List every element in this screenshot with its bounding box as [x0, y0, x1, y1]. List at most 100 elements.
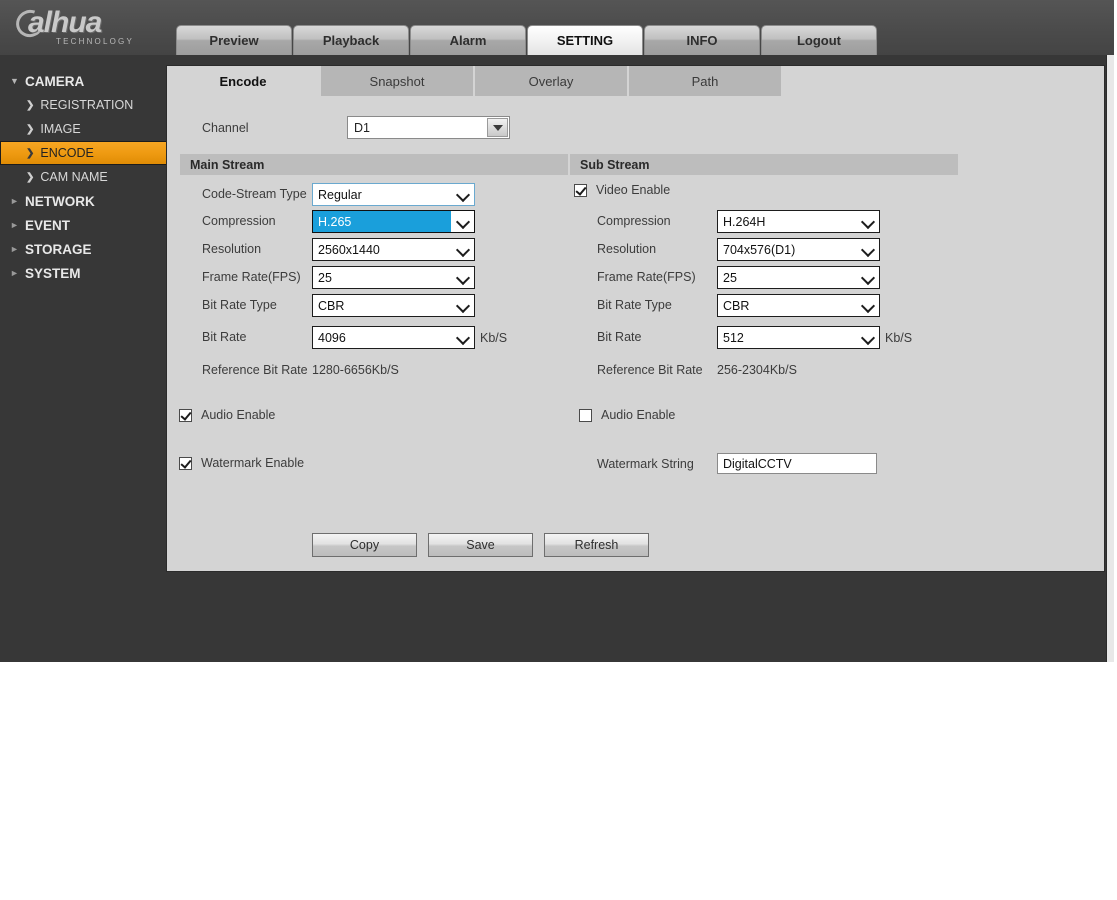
chevron-down-icon — [862, 331, 875, 344]
tab-overlay[interactable]: Overlay — [475, 66, 627, 96]
main-bit-rate-type-row: Bit Rate Type CBR — [202, 294, 532, 317]
topnav-logout[interactable]: Logout — [761, 25, 877, 55]
chevron-down-icon — [457, 188, 470, 201]
sub-reference-bit-rate-value: 256-2304Kb/S — [717, 363, 797, 377]
copy-button[interactable]: Copy — [312, 533, 417, 557]
main-resolution-select[interactable]: 2560x1440 — [312, 238, 475, 261]
sidebar-group-event[interactable]: ► EVENT — [0, 213, 174, 237]
tab-snapshot[interactable]: Snapshot — [321, 66, 473, 96]
channel-select[interactable]: D1 — [347, 116, 510, 139]
sub-video-enable-checkbox[interactable] — [574, 183, 587, 197]
sidebar-item-encode[interactable]: ❯ ENCODE — [0, 141, 174, 165]
channel-dropdown-arrow-icon[interactable] — [487, 118, 508, 137]
sub-reference-bit-rate-row: Reference Bit Rate 256-2304Kb/S — [597, 359, 997, 382]
refresh-button[interactable]: Refresh — [544, 533, 649, 557]
main-bit-rate-select[interactable]: 4096 — [312, 326, 475, 349]
sidebar-item-image[interactable]: ❯ IMAGE — [0, 117, 174, 141]
main-frame-rate-select[interactable]: 25 — [312, 266, 475, 289]
channel-label: Channel — [202, 121, 249, 135]
channel-row: Channel D1 — [202, 116, 532, 142]
main-resolution-row: Resolution 2560x1440 — [202, 238, 532, 261]
chevron-down-icon — [457, 215, 470, 228]
main-compression-select[interactable]: H.265 — [312, 210, 475, 233]
vertical-scrollbar[interactable] — [1106, 55, 1114, 662]
action-buttons: Copy Save Refresh — [312, 533, 660, 557]
sidebar-item-cam-name[interactable]: ❯ CAM NAME — [0, 165, 174, 189]
sidebar-group-label: CAMERA — [25, 73, 85, 89]
sub-frame-rate-select[interactable]: 25 — [717, 266, 880, 289]
main-watermark-enable-checkbox[interactable] — [179, 456, 192, 470]
main-bit-rate-type-select[interactable]: CBR — [312, 294, 475, 317]
sub-audio-enable-label: Audio Enable — [601, 408, 676, 422]
sidebar-item-label: IMAGE — [40, 122, 81, 136]
sub-reference-bit-rate-label: Reference Bit Rate — [597, 363, 703, 377]
topnav-setting[interactable]: SETTING — [527, 25, 643, 55]
header-bar: alhua TECHNOLOGY Preview Playback Alarm … — [0, 0, 1114, 55]
chevron-right-icon: ❯ — [26, 171, 35, 183]
main-bit-rate-label: Bit Rate — [202, 330, 247, 344]
sub-resolution-select[interactable]: 704x576(D1) — [717, 238, 880, 261]
main-frame-rate-label: Frame Rate(FPS) — [202, 270, 301, 284]
topnav-info[interactable]: INFO — [644, 25, 760, 55]
main-bit-rate-type-value: CBR — [318, 298, 345, 313]
sub-frame-rate-label: Frame Rate(FPS) — [597, 270, 696, 284]
sub-bit-rate-label: Bit Rate — [597, 330, 642, 344]
chevron-down-icon — [457, 331, 470, 344]
chevron-down-icon — [862, 243, 875, 256]
content-tabs: Encode Snapshot Overlay Path — [167, 66, 783, 96]
sub-bit-rate-type-row: Bit Rate Type CBR — [597, 294, 957, 317]
sidebar-group-camera[interactable]: ▼ CAMERA — [0, 69, 174, 93]
sidebar-item-registration[interactable]: ❯ REGISTRATION — [0, 93, 174, 117]
chevron-right-icon: ❯ — [26, 123, 35, 135]
chevron-right-icon: ❯ — [26, 99, 35, 111]
main-compression-value: H.265 — [318, 214, 352, 229]
top-navigation: Preview Playback Alarm SETTING INFO Logo… — [176, 25, 878, 55]
chevron-down-icon — [457, 299, 470, 312]
sub-resolution-value: 704x576(D1) — [723, 242, 796, 257]
main-resolution-label: Resolution — [202, 242, 262, 256]
save-button[interactable]: Save — [428, 533, 533, 557]
tab-path[interactable]: Path — [629, 66, 781, 96]
sub-stream-header: Sub Stream — [570, 154, 958, 175]
sub-compression-label: Compression — [597, 214, 671, 228]
sub-compression-select[interactable]: H.264H — [717, 210, 880, 233]
main-reference-bit-rate-value: 1280-6656Kb/S — [312, 363, 399, 377]
sidebar-group-system[interactable]: ► SYSTEM — [0, 261, 174, 285]
sub-bit-rate-type-select[interactable]: CBR — [717, 294, 880, 317]
topnav-playback[interactable]: Playback — [293, 25, 409, 55]
topnav-preview[interactable]: Preview — [176, 25, 292, 55]
main-audio-enable-checkbox[interactable] — [179, 408, 192, 422]
sidebar-group-storage[interactable]: ► STORAGE — [0, 237, 174, 261]
tab-encode[interactable]: Encode — [167, 66, 319, 96]
sub-compression-row: Compression H.264H — [597, 210, 957, 233]
sidebar-group-label: SYSTEM — [25, 265, 81, 281]
sidebar-item-label: ENCODE — [40, 146, 94, 160]
topnav-alarm[interactable]: Alarm — [410, 25, 526, 55]
main-watermark-enable-row[interactable]: Watermark Enable — [179, 454, 304, 472]
main-compression-label: Compression — [202, 214, 276, 228]
main-frame-rate-value: 25 — [318, 270, 332, 285]
main-reference-bit-rate-label: Reference Bit Rate — [202, 363, 308, 377]
sub-bit-rate-select[interactable]: 512 — [717, 326, 880, 349]
chevron-right-icon: ❯ — [26, 147, 35, 159]
main-audio-enable-row[interactable]: Audio Enable — [179, 406, 275, 424]
main-resolution-value: 2560x1440 — [318, 242, 380, 257]
sub-audio-enable-row[interactable]: Audio Enable — [579, 406, 675, 424]
sub-resolution-label: Resolution — [597, 242, 657, 256]
dahua-logo: alhua TECHNOLOGY — [11, 5, 154, 48]
sidebar-group-label: NETWORK — [25, 193, 95, 209]
sub-bit-rate-type-value: CBR — [723, 298, 750, 313]
main-code-stream-type-select[interactable]: Regular — [312, 183, 475, 206]
sub-bit-rate-type-label: Bit Rate Type — [597, 298, 672, 312]
watermark-string-input[interactable]: DigitalCCTV — [717, 453, 877, 474]
sidebar-item-label: CAM NAME — [40, 170, 108, 184]
sidebar-group-network[interactable]: ► NETWORK — [0, 189, 174, 213]
sub-audio-enable-checkbox[interactable] — [579, 408, 592, 422]
main-code-stream-type-row: Code-Stream Type Regular — [202, 183, 532, 206]
sub-video-enable-row[interactable]: Video Enable — [574, 181, 670, 199]
chevron-down-icon — [862, 271, 875, 284]
watermark-string-label: Watermark String — [597, 457, 694, 471]
sub-bit-rate-row: Bit Rate 512 Kb/S — [597, 326, 997, 349]
logo-wordmark: alhua — [28, 6, 102, 39]
main-compression-row: Compression H.265 — [202, 210, 532, 233]
